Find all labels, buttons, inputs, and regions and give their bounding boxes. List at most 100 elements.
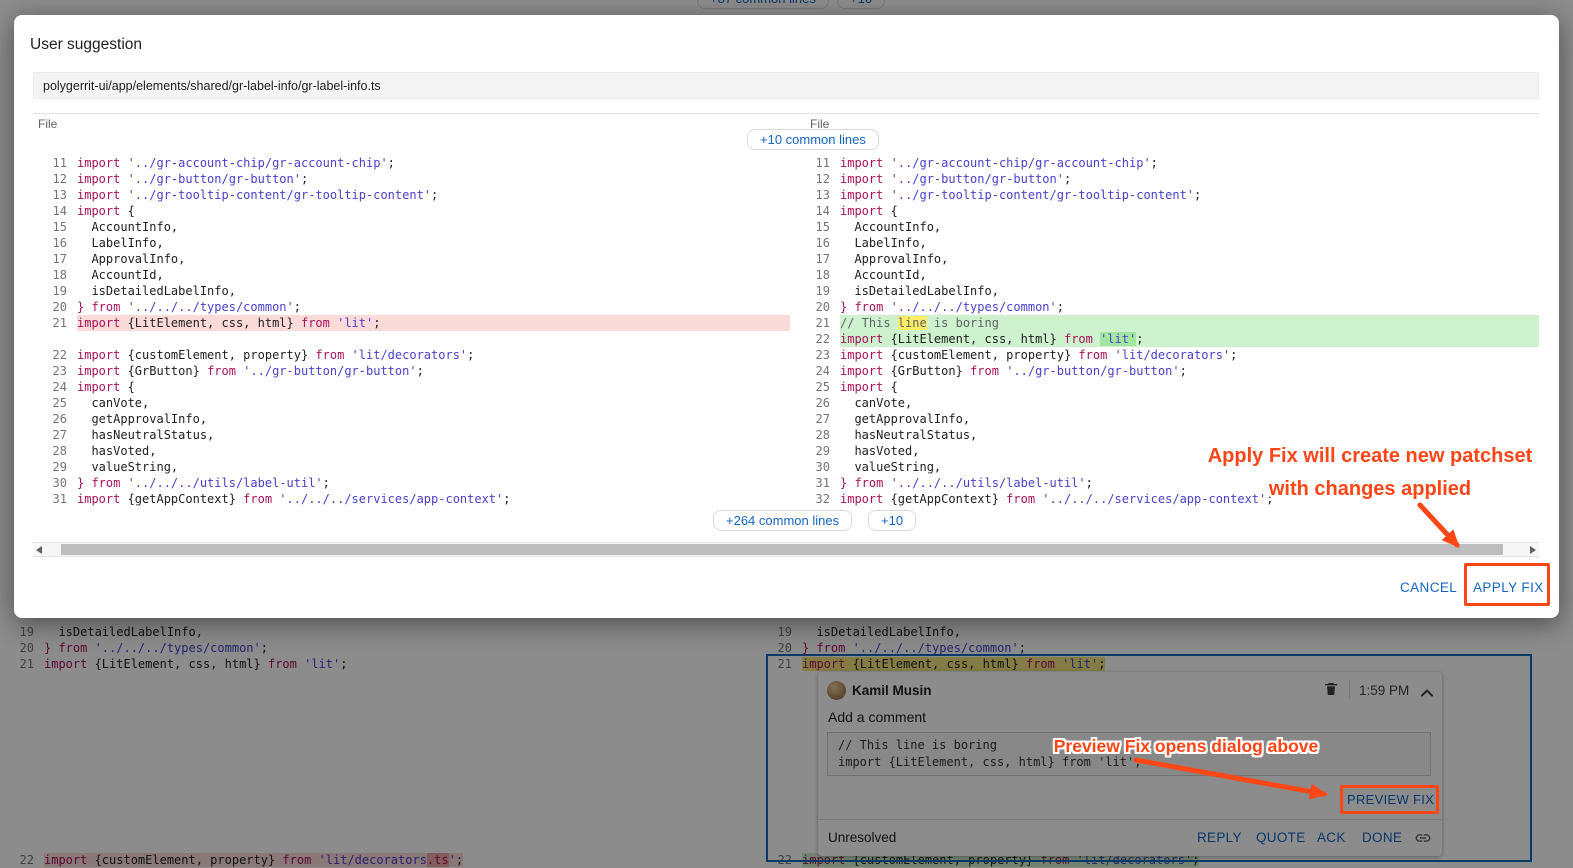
- code-line: 24import {: [33, 379, 790, 395]
- line-number: 25: [790, 379, 840, 395]
- dialog-title: User suggestion: [30, 36, 142, 54]
- code-text: AccountId,: [840, 267, 1539, 283]
- code-line: 21import {LitElement, css, html} from 'l…: [33, 315, 790, 331]
- code-text: } from '../../../utils/label-util';: [77, 475, 790, 491]
- code-text: import '../gr-account-chip/gr-account-ch…: [840, 155, 1539, 171]
- code-line: 17 ApprovalInfo,: [790, 251, 1539, 267]
- code-line: [33, 331, 790, 347]
- line-number: 24: [790, 363, 840, 379]
- code-text: // This line is boring: [840, 315, 1539, 331]
- code-line: 15 AccountInfo,: [790, 219, 1539, 235]
- line-number: 28: [33, 443, 77, 459]
- code-text: } from '../../../types/common';: [77, 299, 790, 315]
- scrollbar-thumb[interactable]: [61, 544, 1503, 555]
- user-suggestion-dialog: User suggestion polygerrit-ui/app/elemen…: [14, 15, 1559, 618]
- scroll-right-arrow-icon[interactable]: [1530, 546, 1536, 554]
- code-line: 19 isDetailedLabelInfo,: [790, 283, 1539, 299]
- code-line: 25 canVote,: [33, 395, 790, 411]
- code-line: 20} from '../../../types/common';: [33, 299, 790, 315]
- code-text: ApprovalInfo,: [77, 251, 790, 267]
- line-number: 26: [790, 395, 840, 411]
- line-number: 17: [790, 251, 840, 267]
- preview-fix-annotation: Preview Fix opens dialog above: [1040, 736, 1332, 757]
- line-number: 30: [790, 459, 840, 475]
- line-number: 14: [33, 203, 77, 219]
- code-text: import '../gr-button/gr-button';: [77, 171, 790, 187]
- line-number: 22: [33, 347, 77, 363]
- code-line: 27 hasNeutralStatus,: [33, 427, 790, 443]
- line-number: 30: [33, 475, 77, 491]
- code-line: 22import {LitElement, css, html} from 'l…: [790, 331, 1539, 347]
- code-text: import '../gr-button/gr-button';: [840, 171, 1539, 187]
- expand-common-lines-button-below[interactable]: +264 common lines: [713, 510, 852, 531]
- code-line: 16 LabelInfo,: [790, 235, 1539, 251]
- line-number: 27: [33, 427, 77, 443]
- code-line: 23import {GrButton} from '../gr-button/g…: [33, 363, 790, 379]
- line-number: 22: [790, 331, 840, 347]
- line-number: 29: [790, 443, 840, 459]
- code-line: 26 canVote,: [790, 395, 1539, 411]
- line-number: 20: [33, 299, 77, 315]
- line-number: 17: [33, 251, 77, 267]
- code-line: 14import {: [33, 203, 790, 219]
- file-path: polygerrit-ui/app/elements/shared/gr-lab…: [33, 72, 1539, 99]
- code-text: import {: [840, 203, 1539, 219]
- line-number: 24: [33, 379, 77, 395]
- code-text: import '../gr-tooltip-content/gr-tooltip…: [840, 187, 1539, 203]
- code-line: 18 AccountId,: [33, 267, 790, 283]
- code-text: } from '../../../types/common';: [840, 299, 1539, 315]
- scroll-left-arrow-icon[interactable]: [36, 546, 42, 554]
- code-text: import {customElement, property} from 'l…: [77, 347, 790, 363]
- code-line: 14import {: [790, 203, 1539, 219]
- line-number: 19: [33, 283, 77, 299]
- code-text: getApprovalInfo,: [77, 411, 790, 427]
- line-number: 12: [33, 171, 77, 187]
- code-line: 11import '../gr-account-chip/gr-account-…: [33, 155, 790, 171]
- code-line: 13import '../gr-tooltip-content/gr-toolt…: [790, 187, 1539, 203]
- code-text: isDetailedLabelInfo,: [840, 283, 1539, 299]
- line-number: 26: [33, 411, 77, 427]
- line-number: 20: [790, 299, 840, 315]
- code-text: AccountInfo,: [840, 219, 1539, 235]
- line-number: 31: [790, 475, 840, 491]
- line-number: [33, 331, 77, 347]
- line-number: 31: [33, 491, 77, 507]
- code-text: valueString,: [77, 459, 790, 475]
- code-text: isDetailedLabelInfo,: [77, 283, 790, 299]
- line-number: 28: [790, 427, 840, 443]
- code-text: AccountInfo,: [77, 219, 790, 235]
- horizontal-scrollbar[interactable]: [33, 542, 1539, 557]
- code-text: LabelInfo,: [840, 235, 1539, 251]
- line-number: 16: [33, 235, 77, 251]
- code-line: 24import {GrButton} from '../gr-button/g…: [790, 363, 1539, 379]
- line-number: 21: [33, 315, 77, 331]
- line-number: 13: [790, 187, 840, 203]
- line-number: 11: [790, 155, 840, 171]
- line-number: 19: [790, 283, 840, 299]
- left-pane-header: File: [38, 117, 57, 131]
- cancel-button[interactable]: CANCEL: [1400, 580, 1457, 595]
- code-text: ApprovalInfo,: [840, 251, 1539, 267]
- diff-header: File File: [33, 113, 1539, 130]
- code-text: import {: [77, 203, 790, 219]
- code-line: 25import {: [790, 379, 1539, 395]
- code-text: LabelInfo,: [77, 235, 790, 251]
- apply-fix-annotation: Apply Fix will create new patchset with …: [1195, 440, 1545, 506]
- line-number: 15: [790, 219, 840, 235]
- line-number: 23: [790, 347, 840, 363]
- code-line: 22import {customElement, property} from …: [33, 347, 790, 363]
- expand-ten-button-below[interactable]: +10: [868, 510, 916, 531]
- code-line: 29 valueString,: [33, 459, 790, 475]
- expand-common-lines-button-above[interactable]: +10 common lines: [747, 129, 879, 150]
- code-text: import '../gr-account-chip/gr-account-ch…: [77, 155, 790, 171]
- line-number: 15: [33, 219, 77, 235]
- code-line: 16 LabelInfo,: [33, 235, 790, 251]
- line-number: 18: [33, 267, 77, 283]
- code-text: import {getAppContext} from '../../../se…: [77, 491, 790, 507]
- code-line: 12import '../gr-button/gr-button';: [33, 171, 790, 187]
- code-text: import {GrButton} from '../gr-button/gr-…: [77, 363, 790, 379]
- line-number: 11: [33, 155, 77, 171]
- code-text: import {LitElement, css, html} from 'lit…: [840, 331, 1539, 347]
- line-number: 21: [790, 315, 840, 331]
- line-number: 14: [790, 203, 840, 219]
